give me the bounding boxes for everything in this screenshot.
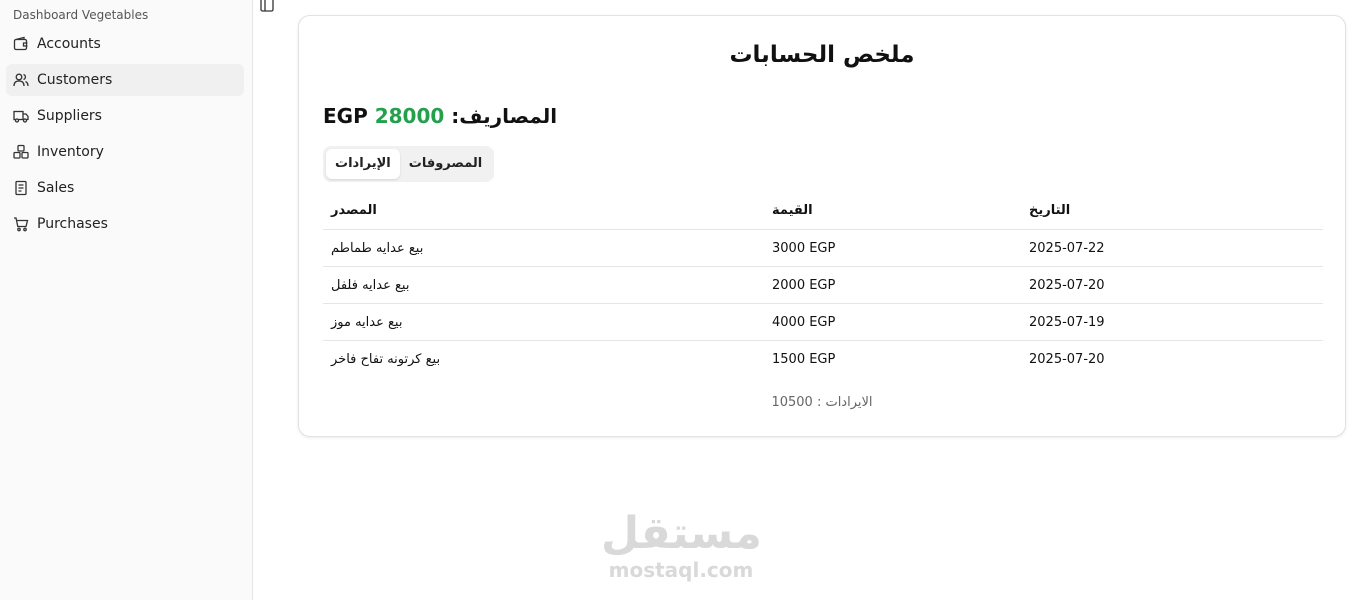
sidebar-item-accounts[interactable]: Accounts [6,28,244,60]
header-source: المصدر [331,203,377,218]
sidebar-item-customers[interactable]: Customers [6,64,244,96]
summary-label: المصاريف: [451,104,558,128]
sidebar-nav: Accounts Customers Suppliers Inventory S… [6,28,244,244]
cell-date: 2025-07-19 [1029,315,1105,330]
cell-value: 4000 EGP [772,315,836,330]
header-value: القيمة [772,203,813,218]
cell-source: بيع عدايه طماطم [331,241,424,256]
sidebar-item-label: Accounts [37,36,101,52]
sidebar-item-suppliers[interactable]: Suppliers [6,100,244,132]
cell-value: 3000 EGP [772,241,836,256]
cell-source: بيع كرتونه تفاح فاخر [331,352,441,367]
boxes-icon [13,144,29,159]
table-row: بيع عدايه طماطم 3000 EGP 2025-07-22 [323,230,1323,267]
sidebar-toggle-icon[interactable] [259,0,275,13]
tab-revenues[interactable]: الإيرادات [326,149,400,179]
users-icon [13,73,29,87]
table-row: بيع عدايه موز 4000 EGP 2025-07-19 [323,304,1323,341]
revenues-total: الايرادات : 10500 [771,395,873,410]
sidebar-item-label: Inventory [37,144,104,160]
sidebar-item-label: Purchases [37,216,108,232]
cell-source: بيع عدايه فلفل [331,278,410,293]
watermark-arabic: مستقل [601,508,762,559]
summary-amount: 28000 [374,104,445,128]
cell-source: بيع عدايه موز [331,315,403,330]
receipt-icon [15,180,27,196]
table-header: المصدر القيمة التاريخ [323,191,1323,230]
cell-date: 2025-07-20 [1029,352,1105,367]
cart-icon [14,217,29,232]
sidebar-item-inventory[interactable]: Inventory [6,136,244,168]
sidebar-item-label: Customers [37,72,113,88]
sidebar-item-sales[interactable]: Sales [6,172,244,204]
cell-value: 1500 EGP [772,352,836,367]
sidebar-title: Dashboard Vegetables [13,8,149,22]
watermark-latin: mostaql.com [608,558,754,582]
cell-value: 2000 EGP [772,278,836,293]
accounts-summary-card: ملخص الحسابات المصاريف: 28000 EGP الإيرا… [298,15,1346,437]
table-row: بيع عدايه فلفل 2000 EGP 2025-07-20 [323,267,1323,304]
sidebar-item-purchases[interactable]: Purchases [6,208,244,240]
truck-icon [13,110,29,123]
page-title: ملخص الحسابات [729,42,915,68]
wallet-icon [13,36,28,51]
sidebar-item-label: Suppliers [37,108,102,124]
revenues-table: المصدر القيمة التاريخ بيع عدايه طماطم 30… [323,191,1323,378]
tabs: الإيرادات المصروفات [323,146,495,182]
header-date: التاريخ [1029,203,1071,218]
sidebar-item-label: Sales [37,180,75,196]
summary-currency: EGP [323,104,368,128]
tab-expenses[interactable]: المصروفات [400,149,492,179]
watermark-logo: مستقل mostaql.com [601,508,762,583]
table-row: بيع كرتونه تفاح فاخر 1500 EGP 2025-07-20 [323,341,1323,378]
cell-date: 2025-07-20 [1029,278,1105,293]
cell-date: 2025-07-22 [1029,241,1105,256]
expenses-summary: المصاريف: 28000 EGP [323,104,557,128]
sidebar: Dashboard Vegetables Accounts Customers … [0,0,253,600]
